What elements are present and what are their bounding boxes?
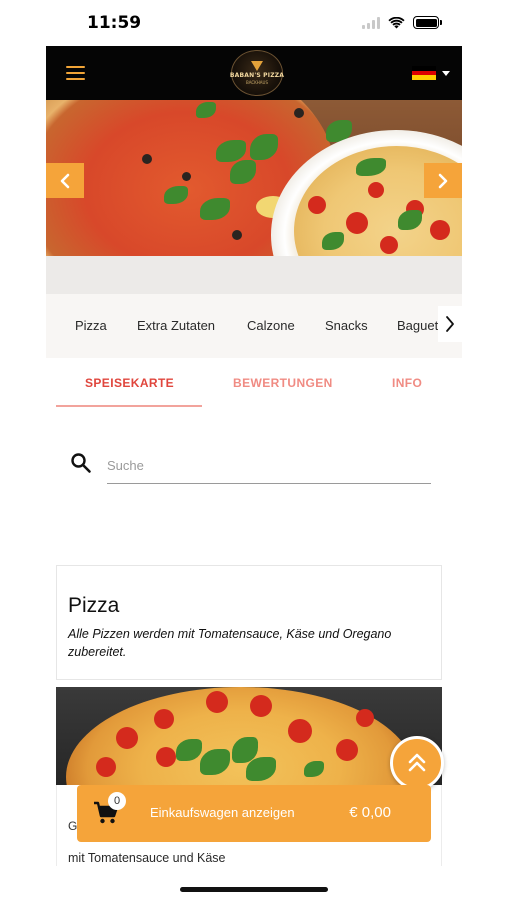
menu-icon[interactable] <box>66 66 85 80</box>
category-extra-zutaten[interactable]: Extra Zutaten <box>137 318 215 333</box>
category-pizza[interactable]: Pizza <box>75 318 107 333</box>
battery-icon <box>413 16 442 29</box>
tab-speisekarte[interactable]: SPEISEKARTE <box>85 376 174 390</box>
category-scroller[interactable]: Pizza Extra Zutaten Calzone Snacks Bague… <box>46 294 462 358</box>
tab-bewertungen[interactable]: BEWERTUNGEN <box>233 376 333 390</box>
view-cart-button[interactable]: 0 Einkaufswagen anzeigen € 0,00 <box>77 785 431 842</box>
category-calzone[interactable]: Calzone <box>247 318 295 333</box>
scroll-to-top-button[interactable] <box>390 736 444 790</box>
wifi-icon <box>388 16 405 29</box>
caret-down-icon <box>442 70 450 76</box>
language-selector[interactable] <box>412 66 450 81</box>
cart-label: Einkaufswagen anzeigen <box>150 805 295 820</box>
restaurant-logo[interactable]: BABAN'S PIZZA BACKHAUS <box>229 50 285 96</box>
slider-prev-button[interactable] <box>46 163 84 198</box>
home-indicator <box>180 887 328 892</box>
hero-slider[interactable] <box>46 100 462 256</box>
search-bar <box>66 446 436 486</box>
chevron-right-icon <box>446 316 454 332</box>
double-chevron-up-icon <box>408 753 426 772</box>
category-baguette[interactable]: Baguet <box>397 318 438 333</box>
menu-item-description: mit Tomatensauce und Käse <box>68 851 226 865</box>
category-snacks[interactable]: Snacks <box>325 318 368 333</box>
cart-total: € 0,00 <box>349 804 391 821</box>
german-flag-icon <box>412 66 436 81</box>
chevron-left-icon <box>60 173 70 188</box>
chevron-right-icon <box>438 173 448 188</box>
active-tab-indicator <box>56 405 202 407</box>
menu-section-card: Pizza Alle Pizzen werden mit Tomatensauc… <box>56 565 442 680</box>
logo-name: BABAN'S PIZZA <box>229 72 285 79</box>
menu-section-description: Alle Pizzen werden mit Tomatensauce, Käs… <box>68 627 392 659</box>
search-icon[interactable] <box>70 452 92 474</box>
restaurant-app: BABAN'S PIZZA BACKHAUS Pizza Extra Zutat… <box>46 46 462 866</box>
app-screen: 11:59 BABAN'S PIZZA BACKHAUS Pizza Extra… <box>0 0 507 900</box>
search-input[interactable] <box>107 448 431 484</box>
status-icons <box>362 16 442 29</box>
hero-spacer <box>46 256 462 294</box>
slider-next-button[interactable] <box>424 163 462 198</box>
category-next-button[interactable] <box>438 306 462 342</box>
signal-icon <box>362 16 380 29</box>
section-tabs: SPEISEKARTE BEWERTUNGEN INFO <box>46 358 462 410</box>
status-bar: 11:59 <box>0 0 507 46</box>
tab-info[interactable]: INFO <box>392 376 422 390</box>
menu-item-image[interactable] <box>56 687 442 785</box>
cart-count-badge: 0 <box>108 792 126 810</box>
logo-sub: BACKHAUS <box>245 80 269 85</box>
status-time: 11:59 <box>87 13 142 33</box>
menu-section-title: Pizza <box>68 594 120 617</box>
menu-item-name: G <box>68 819 78 833</box>
app-header: BABAN'S PIZZA BACKHAUS <box>46 46 462 100</box>
